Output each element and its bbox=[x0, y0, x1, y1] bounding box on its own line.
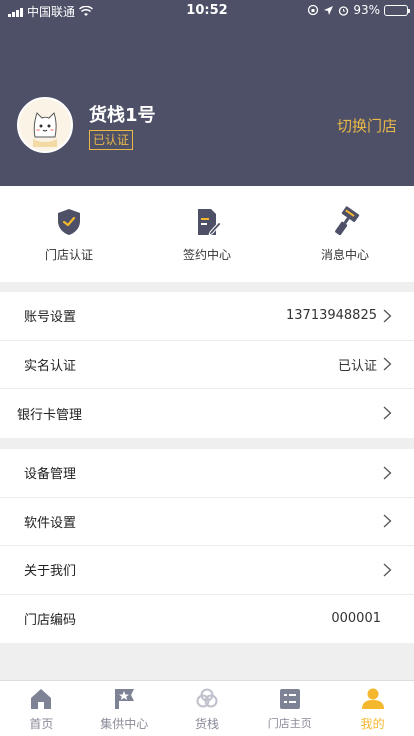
phone-number-value: 13713948825 bbox=[286, 308, 377, 324]
store-name: 货栈1号 bbox=[89, 105, 156, 126]
status-bar: 中国联通 10:52 93% bbox=[0, 0, 414, 22]
shortcut-label: 消息中心 bbox=[320, 248, 369, 262]
tab-label: 我的 bbox=[360, 717, 385, 731]
shortcut-contract-center[interactable]: 签约中心 bbox=[138, 186, 276, 282]
shield-check-icon bbox=[58, 209, 80, 235]
row-label: 实名认证 bbox=[24, 358, 77, 374]
row-label: 账号设置 bbox=[24, 310, 77, 326]
profile-header: 中国联通 10:52 93% 货栈1号 已认证 切换门店 bbox=[0, 0, 414, 186]
star-flag-icon bbox=[115, 689, 135, 709]
alarm-icon bbox=[339, 5, 349, 16]
settings-group-device: 设备管理 软件设置 关于我们 门店编码 000001 bbox=[0, 449, 414, 643]
shortcut-bar: 门店认证 签约中心 消息中心 bbox=[0, 186, 414, 282]
shortcut-message-center[interactable]: 消息中心 bbox=[276, 186, 414, 282]
chevron-right-icon bbox=[383, 466, 392, 480]
switch-store-button[interactable]: 切换门店 bbox=[337, 115, 397, 136]
store-code-value: 000001 bbox=[331, 611, 381, 627]
document-pen-icon bbox=[198, 209, 222, 236]
chain-icon bbox=[196, 688, 218, 708]
row-label: 门店编码 bbox=[24, 613, 77, 629]
chevron-right-icon bbox=[383, 563, 392, 577]
tab-home[interactable]: 首页 bbox=[0, 681, 83, 736]
account-settings-row[interactable]: 账号设置 13713948825 bbox=[0, 292, 414, 341]
chevron-right-icon bbox=[383, 514, 392, 528]
chevron-right-icon bbox=[383, 406, 392, 420]
cat-avatar-icon bbox=[19, 99, 71, 151]
rotation-lock-icon bbox=[308, 4, 319, 16]
row-label: 软件设置 bbox=[24, 515, 77, 531]
tab-store-home[interactable]: 门店主页 bbox=[248, 681, 331, 736]
row-label: 关于我们 bbox=[24, 564, 77, 580]
shortcut-label: 门店认证 bbox=[44, 248, 93, 262]
row-label: 银行卡管理 bbox=[17, 407, 83, 423]
tab-mine[interactable]: 我的 bbox=[331, 681, 414, 736]
chevron-right-icon bbox=[383, 357, 392, 371]
settings-group-account: 账号设置 13713948825 实名认证 已认证 银行卡管理 bbox=[0, 292, 414, 438]
location-icon bbox=[324, 5, 334, 15]
avatar[interactable] bbox=[17, 97, 73, 153]
device-management-row[interactable]: 设备管理 bbox=[0, 449, 414, 498]
verified-badge: 已认证 bbox=[89, 130, 134, 150]
person-icon bbox=[361, 688, 384, 709]
real-name-verification-row[interactable]: 实名认证 已认证 bbox=[0, 341, 414, 389]
row-label: 设备管理 bbox=[24, 467, 77, 483]
verification-status-value: 已认证 bbox=[337, 358, 377, 374]
store-code-row: 门店编码 000001 bbox=[0, 595, 414, 644]
tab-label: 门店主页 bbox=[267, 717, 312, 730]
home-icon bbox=[31, 689, 52, 709]
tab-label: 集供中心 bbox=[100, 717, 149, 731]
bank-card-management-row[interactable]: 银行卡管理 bbox=[0, 389, 414, 438]
tab-warehouse[interactable]: 货栈 bbox=[166, 681, 249, 736]
shortcut-store-verification[interactable]: 门店认证 bbox=[0, 186, 138, 282]
tab-supply-center[interactable]: 集供中心 bbox=[83, 681, 166, 736]
tab-label: 货栈 bbox=[194, 717, 219, 731]
shortcut-label: 签约中心 bbox=[182, 248, 231, 262]
store-card-icon bbox=[279, 689, 300, 709]
chevron-right-icon bbox=[383, 309, 392, 323]
about-us-row[interactable]: 关于我们 bbox=[0, 546, 414, 595]
battery-percent: 93% bbox=[353, 3, 380, 17]
roller-brush-icon bbox=[335, 206, 360, 236]
bottom-tab-bar: 首页 集供中心 货栈 门店主页 我的 bbox=[0, 680, 414, 736]
tab-label: 首页 bbox=[29, 717, 54, 731]
status-right: 93% bbox=[307, 3, 410, 17]
battery-icon bbox=[384, 4, 410, 16]
software-settings-row[interactable]: 软件设置 bbox=[0, 498, 414, 546]
